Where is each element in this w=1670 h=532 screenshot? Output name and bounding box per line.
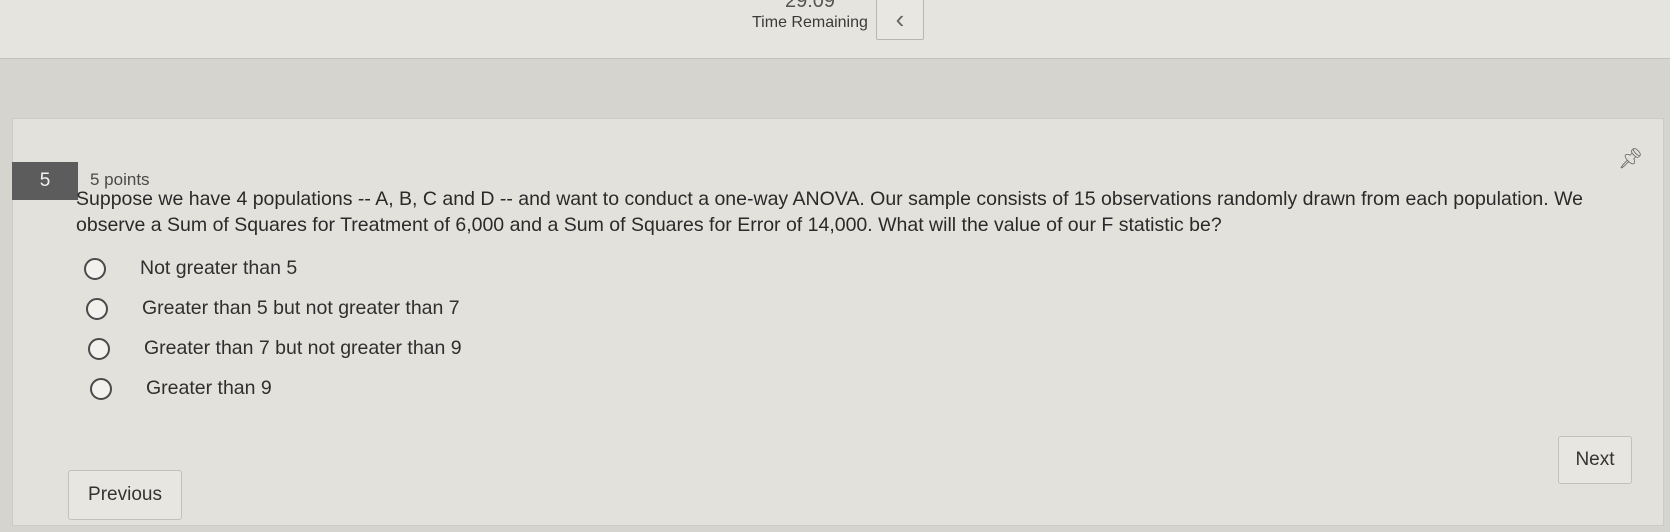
time-remaining-label: Time Remaining bbox=[752, 14, 868, 31]
previous-button[interactable]: Previous bbox=[68, 470, 182, 520]
question-card bbox=[12, 118, 1664, 526]
pin-icon[interactable]: 📌︎ bbox=[1618, 146, 1643, 171]
radio-button[interactable] bbox=[84, 257, 106, 280]
answer-option-3[interactable]: Greater than 7 but not greater than 9 bbox=[88, 337, 462, 360]
answer-option-label: Greater than 9 bbox=[146, 377, 272, 399]
question-text: Suppose we have 4 populations -- A, B, C… bbox=[76, 188, 1583, 236]
radio-button[interactable] bbox=[86, 297, 108, 320]
question-number: 5 bbox=[12, 162, 78, 200]
radio-button[interactable] bbox=[88, 337, 110, 360]
answer-option-label: Greater than 7 but not greater than 9 bbox=[144, 337, 462, 359]
answer-option-label: Not greater than 5 bbox=[140, 257, 298, 279]
answer-option-1[interactable]: Not greater than 5 bbox=[84, 257, 297, 280]
collapse-button[interactable]: ‹ bbox=[876, 0, 924, 40]
answer-option-label: Greater than 5 but not greater than 7 bbox=[142, 297, 460, 319]
answer-option-4[interactable]: Greater than 9 bbox=[90, 377, 272, 400]
answer-option-2[interactable]: Greater than 5 but not greater than 7 bbox=[86, 297, 460, 320]
chevron-left-icon: ‹ bbox=[895, 3, 905, 34]
radio-button[interactable] bbox=[90, 377, 112, 400]
next-button[interactable]: Next bbox=[1558, 436, 1632, 484]
timer-value: 29:09 bbox=[784, 0, 836, 12]
